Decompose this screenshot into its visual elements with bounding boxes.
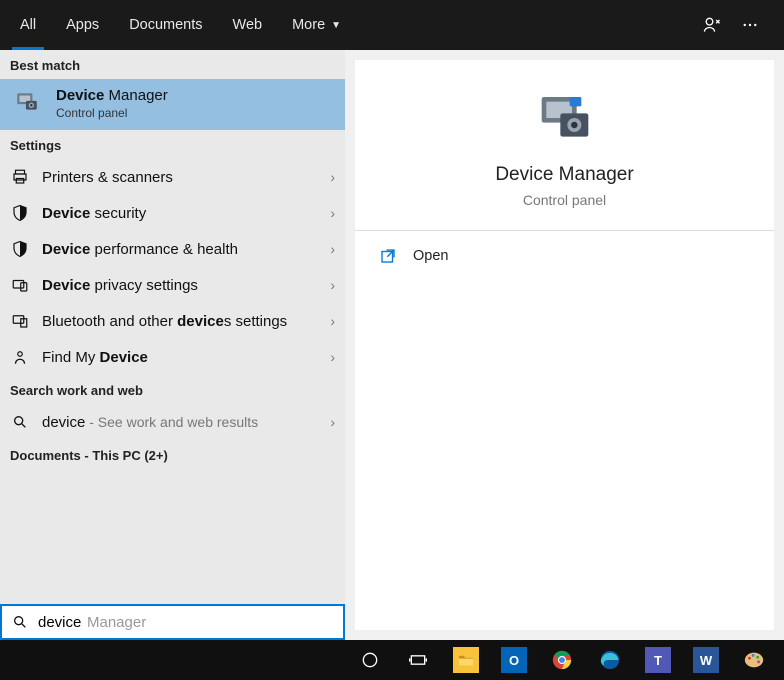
documents-header: Documents - This PC (2+) bbox=[0, 440, 345, 469]
best-match-subtitle: Control panel bbox=[56, 106, 335, 120]
shield-icon bbox=[10, 239, 30, 259]
tab-all[interactable]: All bbox=[6, 0, 50, 50]
chevron-down-icon: ▼ bbox=[331, 20, 341, 31]
taskbar-word[interactable]: W bbox=[684, 640, 728, 680]
settings-item-label: Device performance & health bbox=[42, 241, 330, 258]
web-result-label: device - See work and web results bbox=[42, 414, 330, 431]
best-match-header: Best match bbox=[0, 50, 345, 79]
search-scope-tabs: All Apps Documents Web More▼ bbox=[0, 0, 784, 50]
device-manager-large-icon bbox=[537, 90, 593, 146]
taskbar-outlook[interactable]: O bbox=[492, 640, 536, 680]
settings-item-label: Device security bbox=[42, 205, 330, 222]
tab-more[interactable]: More▼ bbox=[278, 0, 355, 50]
settings-item-device-performance[interactable]: Device performance & health › bbox=[0, 231, 345, 267]
preview-panel-wrap: Device Manager Control panel Open bbox=[345, 50, 784, 640]
search-work-web-header: Search work and web bbox=[0, 375, 345, 404]
best-match-title: Device Manager bbox=[56, 87, 335, 104]
taskbar-chrome[interactable] bbox=[540, 640, 584, 680]
device-manager-icon bbox=[14, 89, 40, 115]
taskbar-explorer[interactable] bbox=[444, 640, 488, 680]
taskbar-paint[interactable] bbox=[732, 640, 776, 680]
chevron-right-icon: › bbox=[330, 277, 335, 293]
shield-icon bbox=[10, 203, 30, 223]
settings-item-printers[interactable]: Printers & scanners › bbox=[0, 159, 345, 195]
settings-item-bluetooth[interactable]: Bluetooth and other devices settings › bbox=[0, 303, 345, 339]
settings-item-label: Bluetooth and other devices settings bbox=[42, 313, 330, 330]
open-icon bbox=[379, 247, 397, 265]
settings-item-label: Printers & scanners bbox=[42, 169, 330, 186]
taskbar: O T W bbox=[0, 640, 784, 680]
preview-subtitle: Control panel bbox=[523, 192, 606, 208]
chevron-right-icon: › bbox=[330, 313, 335, 329]
findmy-icon bbox=[10, 347, 30, 367]
more-options-icon[interactable] bbox=[734, 9, 766, 41]
settings-item-device-security[interactable]: Device security › bbox=[0, 195, 345, 231]
taskbar-taskview[interactable] bbox=[396, 640, 440, 680]
settings-item-find-my-device[interactable]: Find My Device › bbox=[0, 339, 345, 375]
search-input-wrap: Manager bbox=[0, 604, 345, 640]
chevron-right-icon: › bbox=[330, 241, 335, 257]
tab-documents[interactable]: Documents bbox=[115, 0, 216, 50]
printer-icon bbox=[10, 167, 30, 187]
feedback-icon[interactable] bbox=[696, 9, 728, 41]
taskbar-cortana[interactable] bbox=[348, 640, 392, 680]
preview-open-action[interactable]: Open bbox=[355, 231, 774, 281]
tab-web[interactable]: Web bbox=[219, 0, 277, 50]
settings-item-device-privacy[interactable]: Device privacy settings › bbox=[0, 267, 345, 303]
taskbar-teams[interactable]: T bbox=[636, 640, 680, 680]
chevron-right-icon: › bbox=[330, 205, 335, 221]
results-panel: Best match Device Manager Control panel … bbox=[0, 50, 345, 640]
search-results-main: Best match Device Manager Control panel … bbox=[0, 50, 784, 640]
settings-item-label: Find My Device bbox=[42, 349, 330, 366]
search-icon bbox=[10, 412, 30, 432]
settings-header: Settings bbox=[0, 130, 345, 159]
chevron-right-icon: › bbox=[330, 414, 335, 430]
privacy-icon bbox=[10, 275, 30, 295]
tab-apps[interactable]: Apps bbox=[52, 0, 113, 50]
chevron-right-icon: › bbox=[330, 169, 335, 185]
settings-item-label: Device privacy settings bbox=[42, 277, 330, 294]
preview-panel: Device Manager Control panel Open bbox=[355, 60, 774, 630]
chevron-right-icon: › bbox=[330, 349, 335, 365]
bluetooth-icon bbox=[10, 311, 30, 331]
taskbar-edge[interactable] bbox=[588, 640, 632, 680]
best-match-result[interactable]: Device Manager Control panel bbox=[0, 79, 345, 130]
preview-title: Device Manager bbox=[495, 164, 633, 186]
web-result-device[interactable]: device - See work and web results › bbox=[0, 404, 345, 440]
preview-open-label: Open bbox=[413, 248, 448, 264]
search-input[interactable] bbox=[38, 606, 343, 638]
search-icon bbox=[2, 614, 38, 630]
